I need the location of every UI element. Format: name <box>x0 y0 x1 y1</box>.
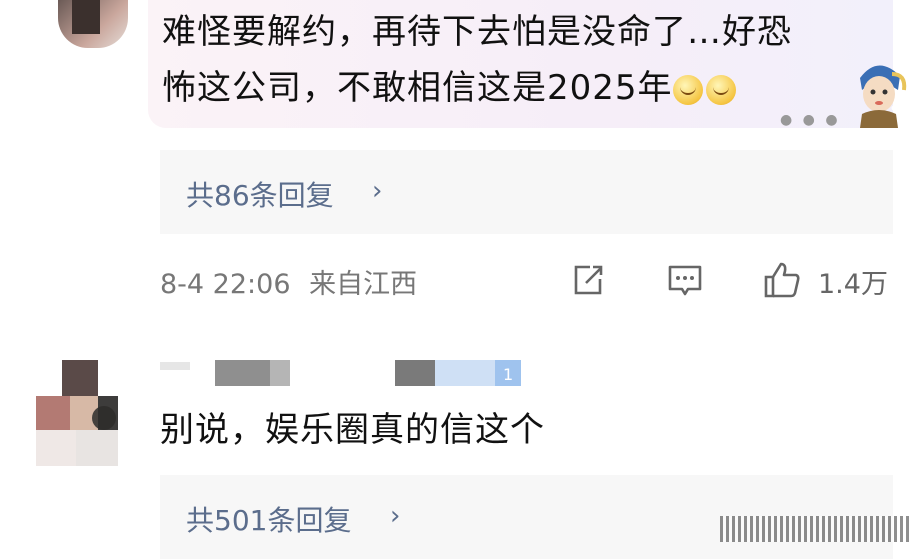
comment-2-replies-label: 共501条回复 <box>186 504 352 537</box>
chevron-right-icon: › <box>390 501 401 531</box>
like-thumbs-up-icon[interactable] <box>762 260 802 300</box>
comment-1-meta: 8-4 22:06 来自江西 <box>160 262 417 301</box>
comment-1-replies-button[interactable]: 共86条回复 › <box>160 150 893 234</box>
girl-sticker-icon <box>860 65 907 128</box>
grin-emoji-icon <box>705 75 736 105</box>
comment-1-line-2-text: 怖这公司，不敢相信这是2025年 <box>162 68 673 108</box>
share-icon[interactable] <box>570 262 606 298</box>
comment-icon[interactable] <box>666 262 704 300</box>
comment-2-avatar[interactable] <box>36 360 118 466</box>
comment-2-username-blurred[interactable]: 1 <box>160 358 525 388</box>
watermark-logo <box>720 516 910 542</box>
comment-2-text: 别说，娱乐圈真的信这个 <box>160 410 545 450</box>
comment-1-replies-label: 共86条回复 <box>186 179 334 212</box>
chevron-right-icon: › <box>372 176 383 206</box>
comment-2-level-badge: 1 <box>503 365 513 384</box>
grin-emoji-icon <box>672 75 703 105</box>
comment-1-line-2: 怖这公司，不敢相信这是2025年 <box>162 60 862 122</box>
comment-1-line-1: 难怪要解约，再待下去怕是没命了…好恐 <box>162 12 792 52</box>
comment-1-location: 来自江西 <box>309 269 418 300</box>
comment-1-text: 难怪要解约，再待下去怕是没命了…好恐 怖这公司，不敢相信这是2025年 <box>162 4 862 122</box>
comment-1-like-count: 1.4万 <box>818 269 888 300</box>
decorative-dots: ● ● ● <box>780 112 841 128</box>
comment-1-avatar[interactable] <box>58 0 128 48</box>
comment-1-timestamp: 8-4 22:06 <box>160 269 291 300</box>
